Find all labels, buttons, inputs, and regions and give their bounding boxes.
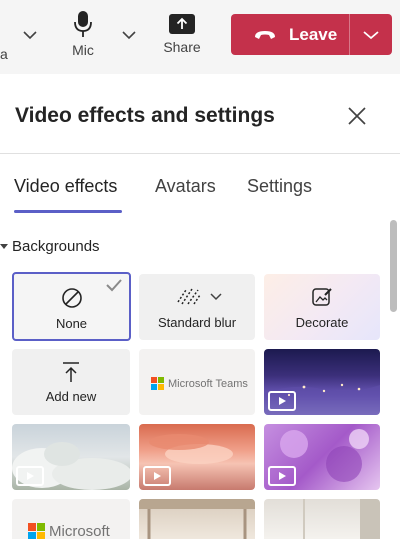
bright-room-image [303, 499, 380, 539]
background-video-purple-flowers[interactable] [264, 424, 380, 490]
logo-text: Microsoft Teams [168, 377, 248, 390]
microsoft-logo: Microsoft [28, 523, 110, 539]
background-microsoft-teams[interactable]: Microsoft Teams [139, 349, 255, 415]
background-bright-room[interactable] [264, 499, 380, 539]
mic-label: Mic [72, 42, 94, 58]
caret-down-icon [0, 244, 8, 249]
background-office-room[interactable] [139, 499, 255, 539]
blur-icon [177, 288, 201, 305]
leave-button[interactable]: Leave [231, 14, 392, 55]
microsoft-logo-icon [28, 523, 45, 539]
microphone-icon [74, 11, 92, 37]
video-badge [268, 466, 296, 486]
tab-avatars[interactable]: Avatars [155, 176, 216, 197]
microsoft-teams-logo: Microsoft Teams [151, 377, 248, 390]
tile-label: Decorate [295, 315, 349, 330]
truncated-toolbar-label: a [0, 46, 8, 62]
scrollbar-thumb[interactable] [390, 220, 397, 312]
share-button[interactable]: Share [160, 13, 204, 55]
background-video-frosted-trees[interactable] [12, 424, 130, 490]
close-icon[interactable] [346, 105, 368, 127]
meeting-toolbar: a Mic Share Leave [0, 0, 400, 74]
background-decorate[interactable]: Decorate [264, 274, 380, 340]
chevron-down-icon[interactable] [22, 30, 38, 40]
decorate-icon [312, 288, 332, 306]
checkmark-icon [106, 279, 122, 292]
leave-main-action[interactable]: Leave [231, 14, 349, 55]
chevron-down-icon[interactable] [209, 292, 223, 301]
panel-title: Video effects and settings [15, 104, 275, 127]
video-badge [16, 466, 44, 486]
no-background-icon [61, 288, 82, 308]
chevron-down-icon [363, 30, 379, 39]
background-video-sunset-clouds[interactable] [139, 424, 255, 490]
video-icon [279, 472, 286, 480]
background-standard-blur[interactable]: Standard blur [139, 274, 255, 340]
video-badge [268, 391, 296, 411]
video-icon [154, 472, 161, 480]
panel-header: Video effects and settings [0, 74, 400, 154]
tab-bar: Video effects Avatars Settings [0, 154, 400, 214]
active-tab-indicator [14, 210, 122, 213]
background-microsoft[interactable]: Microsoft [12, 499, 130, 539]
background-add-new[interactable]: Add new [12, 349, 130, 415]
chevron-down-icon[interactable] [121, 30, 137, 40]
share-screen-icon [169, 14, 195, 34]
share-label: Share [163, 39, 201, 55]
leave-options-button[interactable] [350, 14, 392, 55]
mic-button[interactable]: Mic [64, 10, 102, 58]
section-label: Backgrounds [12, 238, 100, 255]
tab-settings[interactable]: Settings [247, 176, 312, 197]
leave-label: Leave [289, 24, 338, 44]
microsoft-logo-icon [151, 377, 164, 390]
video-badge [143, 466, 171, 486]
upload-icon [63, 362, 79, 382]
tab-video-effects[interactable]: Video effects [14, 176, 117, 197]
logo-text: Microsoft [49, 523, 110, 539]
hang-up-icon [255, 30, 275, 39]
tile-label: None [55, 316, 88, 331]
backgrounds-section-toggle[interactable]: Backgrounds [0, 238, 100, 255]
office-room-image [139, 499, 255, 539]
video-icon [279, 397, 286, 405]
tile-label: Add new [45, 389, 97, 404]
background-video-night-sky[interactable] [264, 349, 380, 415]
background-none[interactable]: None [12, 272, 131, 341]
tile-label: Standard blur [157, 315, 237, 330]
video-icon [27, 472, 34, 480]
